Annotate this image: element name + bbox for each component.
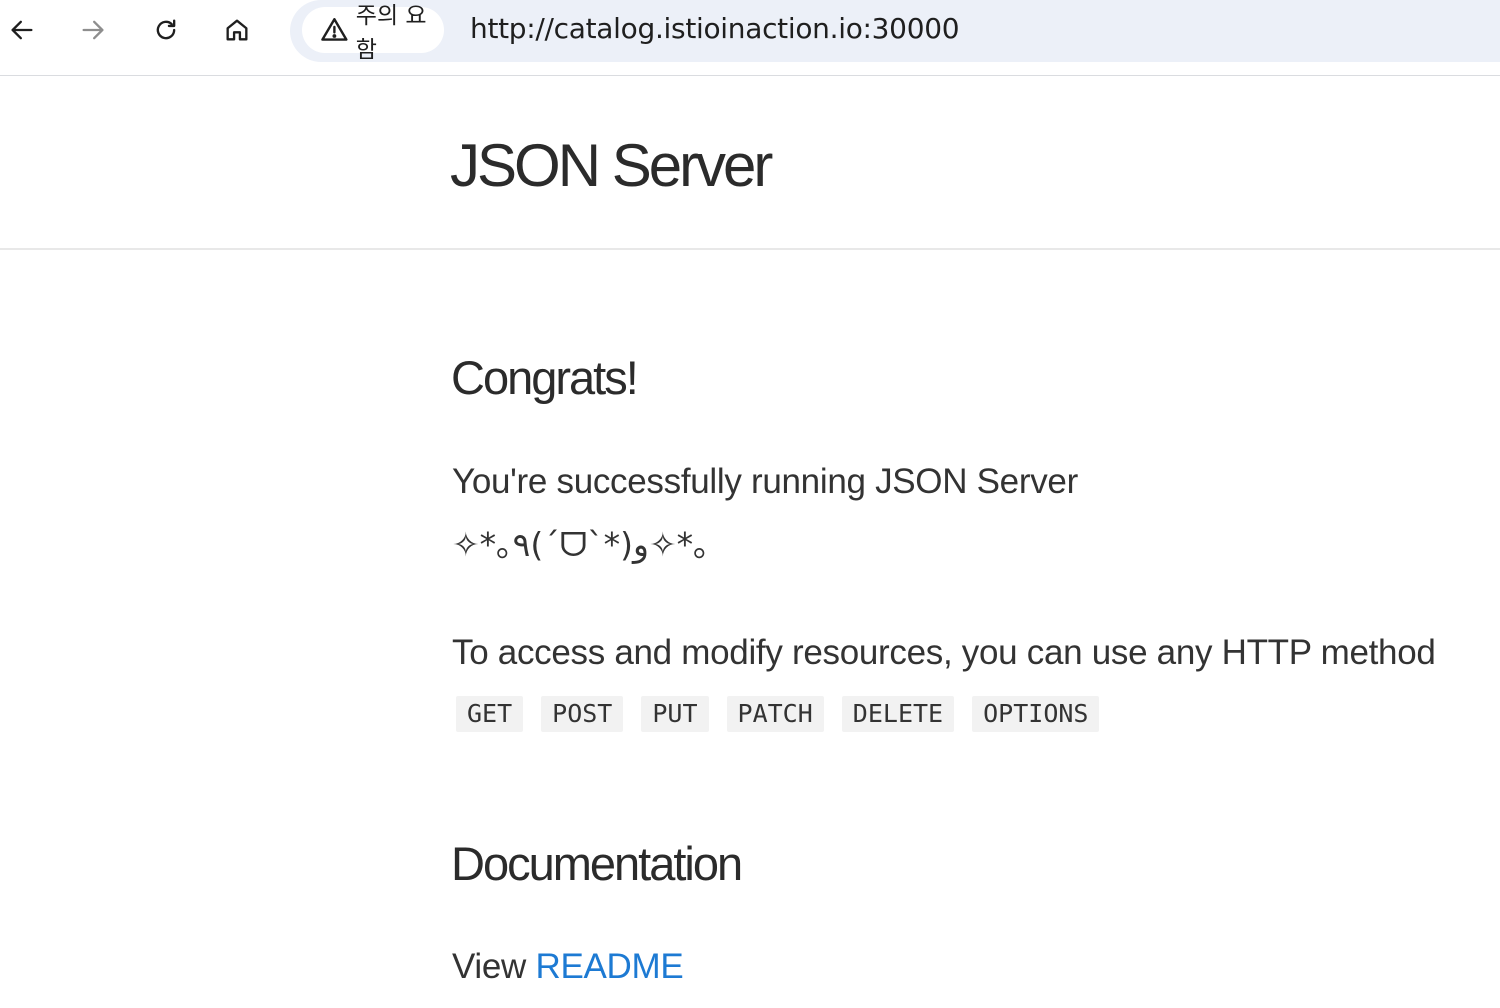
method-patch: PATCH xyxy=(726,696,824,732)
back-button[interactable] xyxy=(0,8,44,52)
method-put: PUT xyxy=(641,696,709,732)
method-delete: DELETE xyxy=(841,696,955,732)
view-readme-line: View README xyxy=(452,947,684,987)
security-indicator[interactable]: 주의 요함 xyxy=(302,3,444,63)
page-header: JSON Server xyxy=(0,76,1500,250)
browser-toolbar: 주의 요함 http://catalog.istioinaction.io:30… xyxy=(0,0,1500,76)
home-button[interactable] xyxy=(215,8,259,52)
method-post: POST xyxy=(541,696,624,732)
running-text: You're successfully running JSON Server xyxy=(452,462,1078,501)
reload-icon xyxy=(156,19,176,40)
address-bar[interactable]: 주의 요함 http://catalog.istioinaction.io:30… xyxy=(290,0,1500,63)
method-options: OPTIONS xyxy=(972,696,1100,732)
view-prefix: View xyxy=(452,947,527,986)
kaomoji: ✧*｡٩(ˊᗜˋ*)و✧*｡ xyxy=(452,525,710,564)
congrats-heading: Congrats! xyxy=(451,351,639,404)
security-label: 주의 요함 xyxy=(355,3,427,63)
access-text: To access and modify resources, you can … xyxy=(452,633,1436,672)
http-methods-list: GET POST PUT PATCH DELETE OPTIONS xyxy=(456,696,1100,732)
url-text[interactable]: http://catalog.istioinaction.io:30000 xyxy=(470,12,960,45)
warning-icon xyxy=(321,18,348,41)
method-get: GET xyxy=(456,696,524,732)
readme-link[interactable]: README xyxy=(535,947,683,986)
page-title: JSON Server xyxy=(450,132,773,199)
reload-button[interactable] xyxy=(144,8,188,52)
documentation-heading: Documentation xyxy=(451,837,743,890)
forward-button[interactable] xyxy=(71,8,115,52)
home-icon xyxy=(226,19,248,41)
arrow-right-icon xyxy=(82,20,104,40)
arrow-left-icon xyxy=(11,20,33,40)
